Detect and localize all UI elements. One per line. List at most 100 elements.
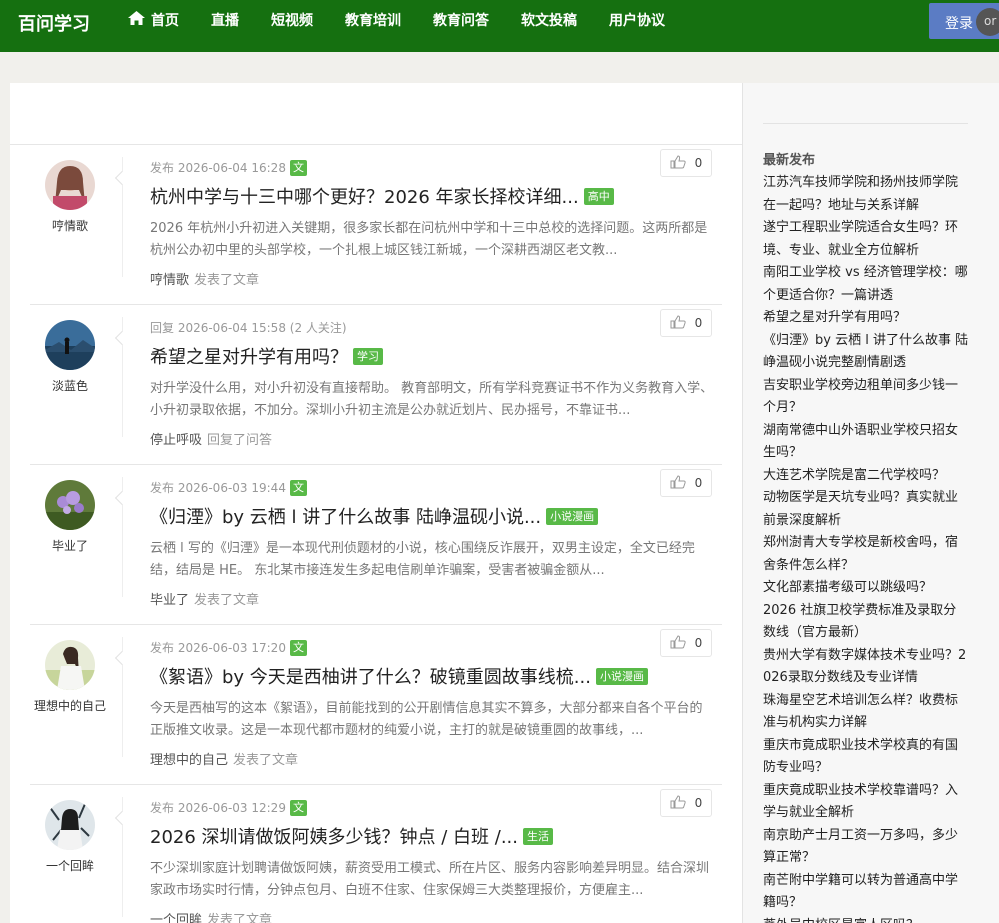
feed-item: 一个回眸 发布 2026-06-03 12:29 文 0 2026 深圳请做饭阿… <box>30 785 722 923</box>
post-title[interactable]: 《絮语》by 今天是西柚讲了什么？破镜重圆故事线梳... 小说漫画 <box>150 663 648 689</box>
latest-post-link[interactable]: 湖南常德中山外语职业学校只招女生吗？ <box>763 420 969 465</box>
post-title[interactable]: 《归湮》by 云栖 l 讲了什么故事 陆峥温砚小说... 小说漫画 <box>150 503 599 529</box>
pointer-arrow <box>114 330 130 346</box>
latest-post-link[interactable]: 动物医学是天坑专业吗？真实就业前景深度解析 <box>763 487 969 532</box>
like-button[interactable]: 0 <box>660 789 712 817</box>
latest-post-link[interactable]: 希望之星对升学有用吗？ <box>763 307 969 330</box>
post-action: 哼情歌 发表了文章 <box>150 269 259 288</box>
action-user[interactable]: 哼情歌 <box>150 273 189 288</box>
nav-item-education-training[interactable]: 教育培训 <box>345 10 401 30</box>
article-type-badge: 文 <box>289 479 307 496</box>
latest-post-link[interactable]: 重庆竟成职业技术学校靠谱吗？入学与就业全解析 <box>763 780 969 825</box>
action-user[interactable]: 一个回眸 <box>150 913 202 923</box>
post-date: 发布 2026-06-04 16:28 <box>150 161 286 175</box>
latest-post-link[interactable]: 吉安职业学校旁边租单间多少钱一个月？ <box>763 375 969 420</box>
like-count: 0 <box>694 316 703 330</box>
avatar[interactable] <box>45 480 95 530</box>
category-tag[interactable]: 生活 <box>523 827 553 845</box>
category-tag[interactable]: 学习 <box>353 347 383 365</box>
like-button[interactable]: 0 <box>660 309 712 337</box>
latest-post-link[interactable]: 南京助产士月工资一万多吗，多少算正常？ <box>763 825 969 870</box>
post-title[interactable]: 2026 深圳请做饭阿姨多少钱？钟点 / 白班 /... 生活 <box>150 823 553 849</box>
feed-item: 理想中的自己 发布 2026-06-03 17:20 文 0 《絮语》by 今天… <box>30 625 722 785</box>
post-meta: 回复 2026-06-04 15:58 (2 人关注) <box>150 319 347 336</box>
avatar[interactable] <box>45 160 95 210</box>
like-button[interactable]: 0 <box>660 469 712 497</box>
post-action: 停止呼吸 回复了问答 <box>150 429 272 448</box>
main-nav: 首页 直播 短视频 教育培训 教育问答 软文投稿 用户协议 <box>128 0 697 40</box>
feed-item: 淡蓝色 回复 2026-06-04 15:58 (2 人关注) 0 希望之星对升… <box>30 305 722 465</box>
post-date: 发布 2026-06-03 19:44 <box>150 481 286 495</box>
post-excerpt: 对升学没什么用，对小升初没有直接帮助。 教育部明文，所有学科竞赛证书不作为义务教… <box>150 381 714 418</box>
post-action: 毕业了 发表了文章 <box>150 589 259 608</box>
post-meta: 发布 2026-06-03 19:44 文 <box>150 479 307 496</box>
post-meta: 发布 2026-06-03 17:20 文 <box>150 639 307 656</box>
action-user[interactable]: 毕业了 <box>150 593 189 608</box>
action-user[interactable]: 停止呼吸 <box>150 433 202 448</box>
latest-post-link[interactable]: 郑州澍青大专学校是新校舍吗，宿舍条件怎么样？ <box>763 532 969 577</box>
nav-item-short-video[interactable]: 短视频 <box>271 10 313 30</box>
author-name[interactable]: 淡蓝色 <box>30 377 110 394</box>
latest-post-link[interactable]: 贵州大学有数字媒体技术专业吗？2026录取分数线及专业详情 <box>763 645 969 690</box>
post-title-text[interactable]: 杭州中学与十三中哪个更好？2026 年家长择校详细... <box>150 183 579 209</box>
feed-item: 毕业了 发布 2026-06-03 19:44 文 0 《归湮》by 云栖 l … <box>30 465 722 625</box>
nav-item-education-qa[interactable]: 教育问答 <box>433 10 489 30</box>
nav-item-user-agreement[interactable]: 用户协议 <box>609 10 665 30</box>
post-title[interactable]: 杭州中学与十三中哪个更好？2026 年家长择校详细... 高中 <box>150 183 614 209</box>
author-name[interactable]: 哼情歌 <box>30 217 110 234</box>
latest-post-link[interactable]: 南芒附中学籍可以转为普通高中学籍吗？ <box>763 870 969 915</box>
action-verb: 回复了问答 <box>207 433 273 448</box>
register-or-badge[interactable]: or <box>976 8 999 36</box>
sidebar-title: 最新发布 <box>763 153 816 168</box>
pointer-arrow <box>114 810 130 826</box>
article-type-badge: 文 <box>289 799 307 816</box>
action-verb: 发表了文章 <box>207 913 273 923</box>
author-name[interactable]: 一个回眸 <box>30 857 110 874</box>
sidebar: 最新发布 江苏汽车技师学院和扬州技师学院在一起吗？地址与关系详解 遂宁工程职业学… <box>742 83 999 923</box>
thumbs-up-icon <box>670 314 686 333</box>
nav-item-live[interactable]: 直播 <box>211 10 239 30</box>
post-title[interactable]: 希望之星对升学有用吗？ 学习 <box>150 343 383 369</box>
post-title-text[interactable]: 《归湮》by 云栖 l 讲了什么故事 陆峥温砚小说... <box>150 503 541 529</box>
latest-post-link[interactable]: 大连艺术学院是富二代学校吗？ <box>763 465 969 488</box>
action-user[interactable]: 理想中的自己 <box>150 753 228 768</box>
latest-post-link[interactable]: 文化部素描考级可以跳级吗？ <box>763 577 969 600</box>
nav-item-submit-article[interactable]: 软文投稿 <box>521 10 577 30</box>
post-title-text[interactable]: 2026 深圳请做饭阿姨多少钱？钟点 / 白班 /... <box>150 823 518 849</box>
category-tag[interactable]: 小说漫画 <box>595 667 648 685</box>
latest-post-link[interactable]: 重庆市竟成职业技术学校真的有国防专业吗？ <box>763 735 969 780</box>
top-nav-bar: 百问学习 首页 直播 短视频 教育培训 教育问答 软文投稿 用户协议 登录 or <box>0 0 999 52</box>
avatar[interactable] <box>45 320 95 370</box>
post-date: 发布 2026-06-03 17:20 <box>150 641 286 655</box>
post-excerpt: 今天是西柚写的这本《絮语》，目前能找到的公开剧情信息其实不算多，大部分都来自各个… <box>150 701 703 738</box>
category-tag[interactable]: 高中 <box>583 187 614 205</box>
post-date: 发布 2026-06-03 12:29 <box>150 801 286 815</box>
latest-post-link[interactable]: 珠海星空艺术培训怎么样？收费标准与机构实力详解 <box>763 690 969 735</box>
latest-post-link[interactable]: 遂宁工程职业学院适合女生吗？环境、专业、就业全方位解析 <box>763 217 969 262</box>
post-action: 一个回眸 发表了文章 <box>150 909 272 923</box>
like-button[interactable]: 0 <box>660 629 712 657</box>
like-button[interactable]: 0 <box>660 149 712 177</box>
latest-post-link[interactable]: 2026 社旗卫校学费标准及录取分数线（官方最新） <box>763 600 969 645</box>
latest-post-link[interactable]: 莘外吴中校区是富人区吗？ <box>763 915 969 923</box>
latest-post-link[interactable]: 江苏汽车技师学院和扬州技师学院在一起吗？地址与关系详解 <box>763 172 969 217</box>
like-count: 0 <box>694 796 703 810</box>
nav-item-home[interactable]: 首页 <box>128 10 179 30</box>
author-name[interactable]: 理想中的自己 <box>30 697 110 714</box>
category-tag[interactable]: 小说漫画 <box>546 507 599 525</box>
nav-item-label: 首页 <box>151 13 179 29</box>
thumbs-up-icon <box>670 154 686 173</box>
avatar[interactable] <box>45 640 95 690</box>
author-name[interactable]: 毕业了 <box>30 537 110 554</box>
latest-post-link[interactable]: 南阳工业学校 vs 经济管理学校：哪个更适合你？一篇讲透 <box>763 262 969 307</box>
latest-posts-list: 江苏汽车技师学院和扬州技师学院在一起吗？地址与关系详解 遂宁工程职业学院适合女生… <box>763 172 969 923</box>
pointer-arrow <box>114 490 130 506</box>
action-verb: 发表了文章 <box>194 593 260 608</box>
latest-post-link[interactable]: 《归湮》by 云栖 l 讲了什么故事 陆峥温砚小说完整剧情剧透 <box>763 330 969 375</box>
post-excerpt: 不少深圳家庭计划聘请做饭阿姨，薪资受用工模式、所在片区、服务内容影响差异明显。结… <box>150 861 710 898</box>
post-title-text[interactable]: 希望之星对升学有用吗？ <box>150 343 348 369</box>
site-logo[interactable]: 百问学习 <box>18 10 90 36</box>
thumbs-up-icon <box>670 474 686 493</box>
post-title-text[interactable]: 《絮语》by 今天是西柚讲了什么？破镜重圆故事线梳... <box>150 663 591 689</box>
avatar[interactable] <box>45 800 95 850</box>
